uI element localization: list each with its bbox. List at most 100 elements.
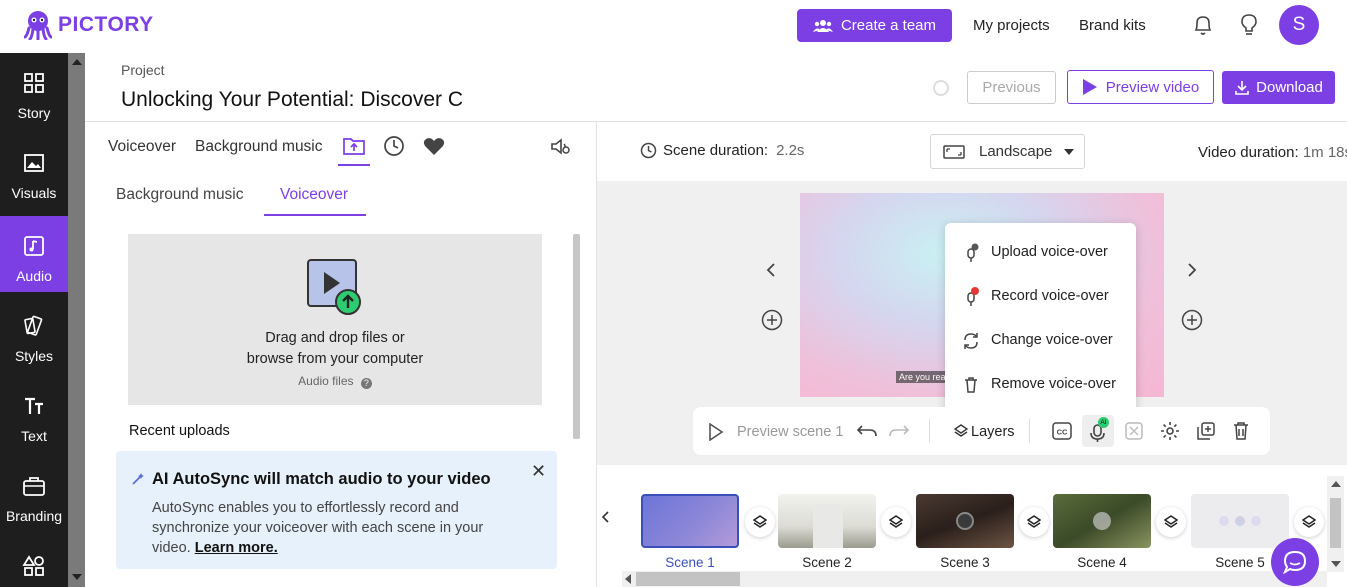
clock-icon (640, 142, 657, 159)
scene-4-layers-button[interactable] (1156, 507, 1186, 537)
lightbulb-icon[interactable] (1240, 13, 1258, 37)
timeline-scroll-thumb[interactable] (636, 572, 740, 586)
scene-label-2: Scene 2 (802, 555, 852, 570)
duplicate-icon[interactable] (1196, 421, 1216, 441)
layers-icon (1302, 515, 1316, 528)
scene-2-layers-button[interactable] (881, 507, 911, 537)
menu-item-remove-voiceover[interactable]: Remove voice-over (945, 363, 1136, 407)
heart-icon[interactable] (423, 137, 445, 156)
add-scene-before-icon[interactable] (761, 309, 783, 331)
settings-gear-icon[interactable] (1160, 421, 1180, 441)
panel-scrollbar[interactable] (573, 234, 580, 439)
chat-support-button[interactable] (1271, 538, 1319, 586)
upload-mic-icon (967, 243, 979, 262)
subtab-underline (264, 214, 366, 216)
subtab-background-music[interactable]: Background music (116, 186, 244, 204)
rail-item-elements[interactable] (0, 536, 68, 587)
layers-button[interactable]: Layers (971, 424, 1015, 440)
voiceover-mic-button[interactable]: AI (1082, 415, 1114, 447)
scroll-down-arrow-icon[interactable] (72, 574, 82, 580)
upload-video-icon (307, 259, 361, 315)
layers-icon (1027, 515, 1041, 528)
rail-item-visuals[interactable]: Visuals (0, 133, 68, 209)
orientation-select[interactable]: Landscape (930, 134, 1085, 169)
brand-kits-link[interactable]: Brand kits (1079, 17, 1146, 34)
scene-1-layers-button[interactable] (745, 507, 775, 537)
learn-more-link[interactable]: Learn more. (195, 540, 278, 556)
trash-icon (965, 377, 977, 393)
my-projects-link[interactable]: My projects (973, 17, 1050, 34)
scroll-up-arrow-icon[interactable] (1331, 480, 1341, 488)
previous-button[interactable]: Previous (967, 71, 1056, 104)
preview-video-button[interactable]: Preview video (1067, 70, 1214, 104)
scroll-down-arrow-icon[interactable] (1331, 560, 1341, 568)
scene-thumbnail-4[interactable] (1053, 494, 1151, 548)
person-figure (813, 504, 843, 548)
scroll-left-arrow-icon[interactable] (624, 574, 632, 584)
audio-settings-icon[interactable] (550, 137, 572, 157)
rail-label-styles: Styles (14, 348, 54, 364)
timeline-left-arrow-icon[interactable] (601, 511, 610, 523)
dropzone-line2: browse from your computer (246, 351, 424, 367)
captions-cc-icon[interactable]: CC (1052, 422, 1072, 440)
vertical-scroll-thumb[interactable] (1330, 498, 1341, 548)
project-title-input[interactable]: Unlocking Your Potential: Discover C (121, 88, 466, 112)
voiceover-menu: Upload voice-over Record voice-over Chan… (945, 223, 1136, 414)
text-icon (25, 397, 43, 414)
chevron-left-icon[interactable] (766, 263, 776, 277)
menu-item-upload-voiceover[interactable]: Upload voice-over (945, 231, 1136, 275)
rail-label-branding: Branding (5, 508, 63, 524)
play-outline-icon[interactable] (708, 423, 724, 441)
undo-icon[interactable] (857, 424, 877, 438)
user-avatar[interactable]: S (1279, 5, 1319, 45)
scene-thumbnail-3[interactable] (916, 494, 1014, 548)
rail-label-audio: Audio (16, 268, 52, 284)
upload-folder-icon[interactable] (343, 136, 365, 156)
clock-icon[interactable] (383, 135, 405, 157)
scene-thumbnail-2[interactable] (778, 494, 876, 548)
upload-voiceover-label: Upload voice-over (991, 244, 1108, 260)
redo-icon[interactable] (889, 424, 909, 438)
scene-thumbnail-5[interactable] (1191, 494, 1289, 548)
close-icon[interactable]: ✕ (531, 461, 546, 482)
help-icon[interactable]: ? (360, 378, 372, 389)
scene-label-1: Scene 1 (665, 555, 715, 570)
scene-toolbar: Preview scene 1 Layers CC AI (693, 407, 1270, 455)
rail-item-text[interactable]: Text (0, 376, 68, 452)
add-scene-after-icon[interactable] (1181, 309, 1203, 331)
project-label: Project (121, 62, 165, 78)
bell-icon[interactable] (1193, 14, 1213, 36)
scissors-icon[interactable] (1125, 422, 1143, 440)
briefcase-icon (23, 477, 45, 496)
subtab-voiceover[interactable]: Voiceover (280, 186, 348, 204)
tab-background-music[interactable]: Background music (195, 138, 323, 156)
delete-scene-icon[interactable] (1232, 421, 1250, 441)
rail-label-text: Text (21, 428, 47, 444)
scene-label-4: Scene 4 (1077, 555, 1127, 570)
download-label: Download (1256, 79, 1323, 96)
scene-5-layers-button[interactable] (1294, 507, 1324, 537)
create-team-button[interactable]: Create a team (797, 9, 952, 42)
rail-item-styles[interactable]: Styles (0, 296, 68, 372)
rail-scrollbar[interactable] (68, 53, 85, 587)
download-button[interactable]: Download (1222, 71, 1335, 104)
rail-item-branding[interactable]: Branding (0, 456, 68, 532)
dropzone-hint: Audio files ? (128, 374, 542, 389)
scene-3-layers-button[interactable] (1019, 507, 1049, 537)
preview-scene-button[interactable]: Preview scene 1 (737, 424, 843, 440)
audio-dropzone[interactable]: Drag and drop files or browse from your … (128, 234, 542, 405)
toolbar-divider (1029, 419, 1030, 443)
scroll-up-arrow-icon[interactable] (72, 59, 82, 65)
chevron-right-icon[interactable] (1187, 263, 1197, 277)
pictory-logo[interactable]: PICTORY (24, 10, 154, 40)
active-tab-underline (338, 164, 370, 166)
rail-item-story[interactable]: Story (0, 53, 68, 129)
loading-dots (1219, 516, 1261, 526)
timeline-vertical-scrollbar[interactable] (1327, 476, 1344, 572)
audio-files-label: Audio files (298, 374, 354, 388)
menu-item-change-voiceover[interactable]: Change voice-over (945, 319, 1136, 363)
menu-item-record-voiceover[interactable]: Record voice-over (945, 275, 1136, 319)
tab-voiceover[interactable]: Voiceover (108, 138, 176, 156)
rail-item-audio[interactable]: Audio (0, 216, 68, 292)
scene-thumbnail-1[interactable] (641, 494, 739, 548)
